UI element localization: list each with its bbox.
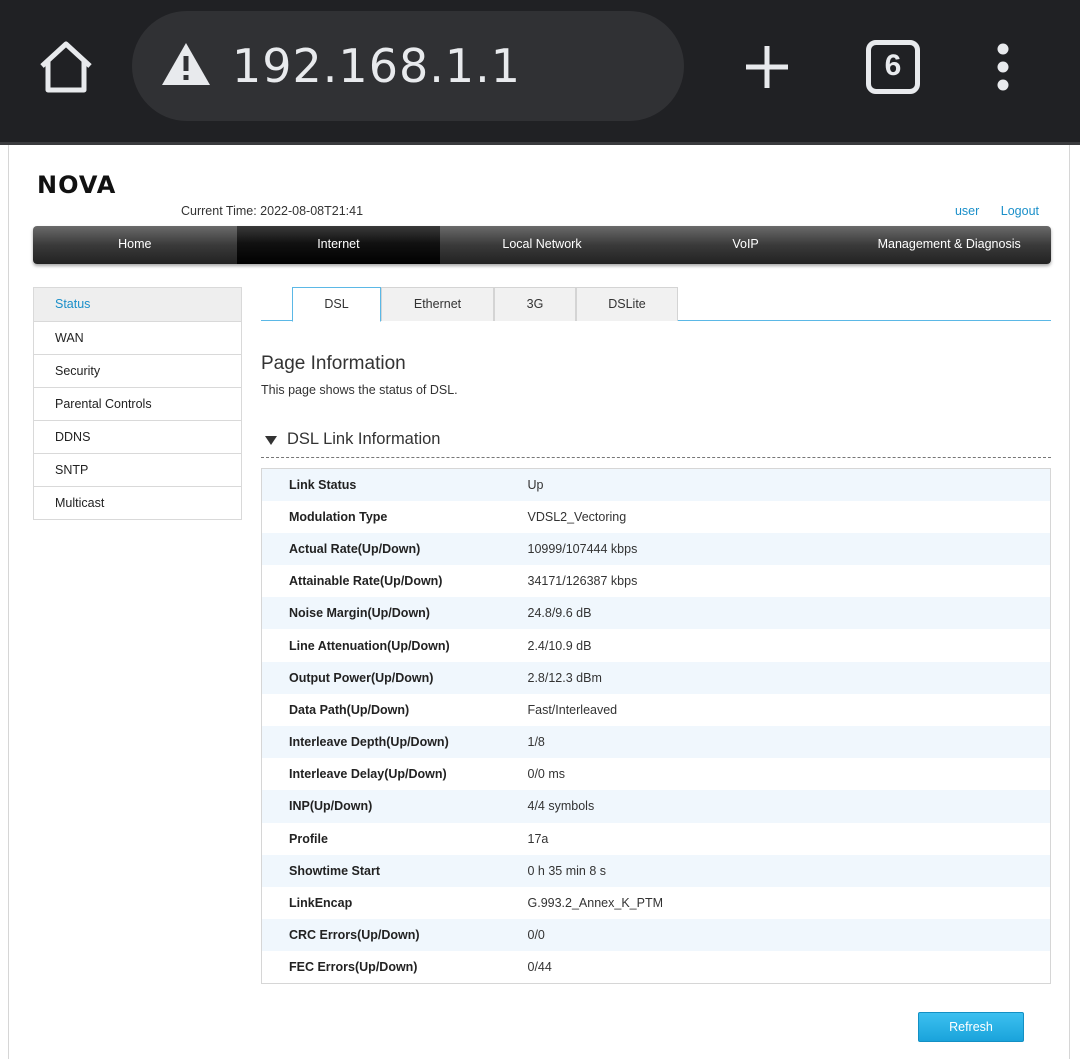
nav-management-diagnosis[interactable]: Management & Diagnosis	[847, 226, 1051, 264]
table-row: FEC Errors(Up/Down) 0/44	[261, 951, 1051, 984]
row-value: VDSL2_Vectoring	[527, 509, 627, 524]
row-value: G.993.2_Annex_K_PTM	[527, 896, 664, 911]
collapse-triangle-icon[interactable]	[265, 436, 277, 445]
side-nav: Status WAN Security Parental Controls DD…	[33, 287, 242, 520]
user-links: user Logout	[937, 204, 1039, 218]
sidebar-item-ddns[interactable]: DDNS	[34, 420, 241, 453]
nav-local-network[interactable]: Local Network	[440, 226, 644, 264]
table-row: Link Status Up	[261, 468, 1051, 501]
dsl-info-table: Link Status Up Modulation Type VDSL2_Vecto…	[261, 468, 1051, 984]
row-label: LinkEncap	[289, 896, 353, 911]
row-label: CRC Errors(Up/Down)	[289, 928, 420, 943]
address-bar[interactable]: 192.168.1.1	[132, 11, 684, 121]
row-label: Link Status	[289, 477, 357, 492]
router-page: NOVA Current Time: 2022-08-08T21:41 user…	[8, 145, 1070, 1059]
row-label: Showtime Start	[289, 863, 380, 878]
refresh-button[interactable]: Refresh	[918, 1012, 1024, 1042]
row-label: Attainable Rate(Up/Down)	[289, 574, 443, 589]
row-value: 0/0 ms	[527, 767, 566, 782]
row-value: 34171/126387 kbps	[527, 574, 638, 589]
url-text: 192.168.1.1	[232, 39, 521, 93]
row-value: 1/8	[527, 735, 545, 750]
row-value: 17a	[527, 831, 549, 846]
row-value: 0 h 35 min 8 s	[527, 863, 607, 878]
row-label: Data Path(Up/Down)	[289, 702, 410, 717]
row-label: FEC Errors(Up/Down)	[289, 960, 418, 975]
logout-link[interactable]: Logout	[1001, 204, 1039, 218]
sidebar-item-security[interactable]: Security	[34, 354, 241, 387]
table-row: CRC Errors(Up/Down) 0/0	[261, 919, 1051, 952]
section-title: DSL Link Information	[287, 430, 441, 448]
row-value: 2.8/12.3 dBm	[527, 670, 602, 685]
tab-count-button[interactable]: 6	[866, 40, 920, 94]
sidebar-item-multicast[interactable]: Multicast	[34, 486, 241, 519]
row-value: Fast/Interleaved	[527, 702, 618, 717]
row-value: 24.8/9.6 dB	[527, 606, 592, 621]
row-label: Profile	[289, 831, 328, 846]
overflow-menu-icon[interactable]	[990, 42, 1016, 94]
brand-logo: NOVA	[37, 171, 117, 199]
new-tab-icon[interactable]	[740, 40, 794, 94]
warning-icon[interactable]	[160, 41, 212, 87]
table-row: Data Path(Up/Down) Fast/Interleaved	[261, 693, 1051, 726]
table-row: Showtime Start 0 h 35 min 8 s	[261, 854, 1051, 887]
table-row: Noise Margin(Up/Down) 24.8/9.6 dB	[261, 597, 1051, 630]
row-value: 0/0	[527, 928, 545, 943]
sidebar-item-parental-controls[interactable]: Parental Controls	[34, 387, 241, 420]
nav-voip[interactable]: VoIP	[644, 226, 848, 264]
row-value: 10999/107444 kbps	[527, 541, 638, 556]
table-row: Attainable Rate(Up/Down) 34171/126387 kbp…	[261, 565, 1051, 598]
row-label: Output Power(Up/Down)	[289, 670, 434, 685]
row-label: Interleave Delay(Up/Down)	[289, 767, 447, 782]
row-value: 2.4/10.9 dB	[527, 638, 592, 653]
sidebar-item-status[interactable]: Status	[34, 288, 241, 321]
current-time: Current Time: 2022-08-08T21:41	[181, 204, 364, 218]
home-icon[interactable]	[36, 38, 96, 96]
sidebar-item-wan[interactable]: WAN	[34, 321, 241, 354]
page-title: Page Information	[261, 353, 406, 374]
status-tabs: DSL Ethernet 3G DSLite	[261, 287, 1051, 322]
table-row: Interleave Depth(Up/Down) 1/8	[261, 726, 1051, 759]
row-label: INP(Up/Down)	[289, 799, 373, 814]
row-label: Line Attenuation(Up/Down)	[289, 638, 450, 653]
row-value: 0/44	[527, 960, 552, 975]
row-label: Noise Margin(Up/Down)	[289, 606, 430, 621]
table-row: Output Power(Up/Down) 2.8/12.3 dBm	[261, 661, 1051, 694]
table-row: Actual Rate(Up/Down) 10999/107444 kbps	[261, 532, 1051, 566]
nav-internet[interactable]: Internet	[236, 226, 441, 264]
table-row: Profile 17a	[261, 822, 1051, 855]
tab-dsl[interactable]: DSL	[292, 287, 381, 322]
table-row: Modulation Type VDSL2_Vectoring	[261, 500, 1051, 533]
sidebar-item-sntp[interactable]: SNTP	[34, 453, 241, 486]
page-description: This page shows the status of DSL.	[261, 383, 458, 397]
tab-ethernet[interactable]: Ethernet	[381, 287, 494, 321]
tab-3g[interactable]: 3G	[494, 287, 576, 321]
nav-home[interactable]: Home	[33, 226, 237, 264]
section-header[interactable]: DSL Link Information	[261, 423, 1051, 458]
row-value: 4/4 symbols	[527, 799, 595, 814]
tab-dslite[interactable]: DSLite	[576, 287, 678, 321]
table-row: LinkEncap G.993.2_Annex_K_PTM	[261, 886, 1051, 920]
row-label: Actual Rate(Up/Down)	[289, 541, 421, 556]
table-row: Interleave Delay(Up/Down) 0/0 ms	[261, 758, 1051, 791]
user-link[interactable]: user	[955, 204, 979, 218]
table-row: INP(Up/Down) 4/4 symbols	[261, 790, 1051, 823]
table-row: Line Attenuation(Up/Down) 2.4/10.9 dB	[261, 629, 1051, 662]
browser-toolbar: 192.168.1.1 6	[0, 0, 1080, 145]
row-label: Modulation Type	[289, 509, 388, 524]
row-label: Interleave Depth(Up/Down)	[289, 735, 449, 750]
main-nav: Home Internet Local Network VoIP Managem…	[33, 226, 1051, 264]
row-value: Up	[527, 477, 544, 492]
